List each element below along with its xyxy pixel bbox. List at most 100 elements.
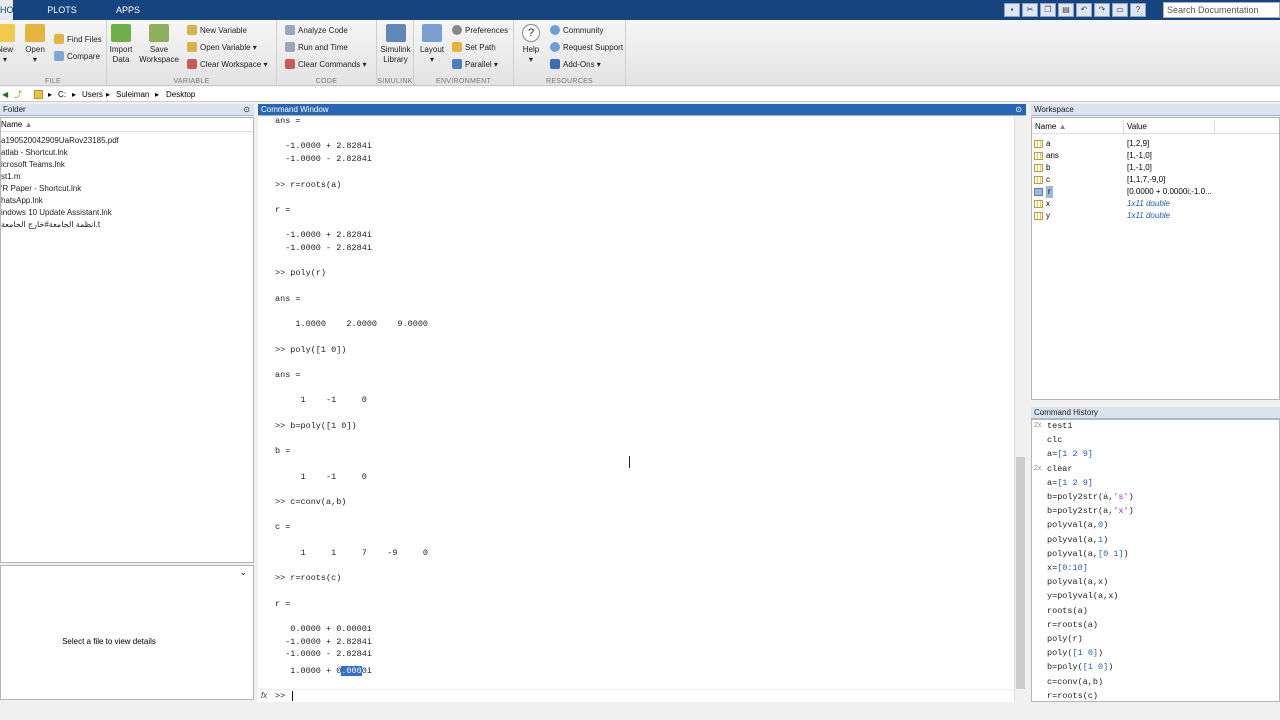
find-files-button[interactable]: Find Files — [54, 33, 102, 46]
output-line[interactable]: -1.0000 - 2.8284i — [275, 243, 372, 253]
command-prompt-row[interactable]: fx >> — [258, 689, 1014, 702]
run-and-time-button[interactable]: Run and Time — [285, 41, 348, 54]
file-item[interactable]: a190520042909UaRov23185.pdf — [1, 135, 119, 147]
workspace-header[interactable]: Workspace — [1031, 104, 1280, 116]
command-window-scrollbar[interactable] — [1014, 117, 1026, 702]
output-line[interactable]: ans = — [275, 370, 301, 380]
add-ons-button[interactable]: Add-Ons ▾ — [550, 58, 601, 71]
output-line[interactable]: ans = — [275, 117, 301, 126]
simulink-library-button[interactable]: Simulink Library — [379, 24, 412, 65]
file-item[interactable]: st1.m — [1, 171, 21, 183]
file-item[interactable]: hatsApp.lnk — [1, 195, 43, 207]
text-selection[interactable]: .000 — [341, 666, 362, 676]
help-button[interactable]: ? Help ▾ — [518, 24, 544, 65]
command-window-header[interactable]: Command Window ⊙ — [258, 104, 1026, 116]
workspace-row[interactable]: c [1,1,7,-9,0] — [1032, 174, 1280, 186]
command-line[interactable]: >> b=poly([1 0]) — [275, 421, 357, 431]
command-line[interactable]: >> r=roots(a) — [275, 180, 341, 190]
undo-icon[interactable]: ↶ — [1076, 3, 1092, 17]
output-line[interactable]: r = — [275, 599, 290, 609]
workspace-col-value[interactable]: Value — [1127, 120, 1147, 134]
analyze-code-button[interactable]: Analyze Code — [285, 24, 348, 37]
workspace-row[interactable]: x 1x11 double — [1032, 198, 1280, 210]
output-line[interactable]: 1 -1 0 — [275, 395, 367, 405]
paste-icon[interactable]: ▤ — [1058, 3, 1074, 17]
community-button[interactable]: Community — [550, 24, 603, 37]
output-line[interactable]: -1.0000 + 2.8284i — [275, 637, 372, 647]
command-line[interactable]: >> c=conv(a,b) — [275, 497, 346, 507]
request-support-button[interactable]: Request Support — [550, 41, 623, 54]
open-variable-button[interactable]: Open Variable ▾ — [187, 41, 257, 54]
output-line[interactable]: -1.0000 - 2.8284i — [275, 649, 372, 659]
save-icon[interactable]: ▪ — [1004, 3, 1020, 17]
output-line[interactable]: 1 1 7 -9 0 — [275, 548, 429, 558]
output-line[interactable]: b = — [275, 446, 290, 456]
clear-commands-button[interactable]: Clear Commands ▾ — [285, 58, 367, 71]
copy-icon[interactable]: ❐ — [1040, 3, 1056, 17]
output-line[interactable]: -1.0000 + 2.8284i — [275, 141, 372, 151]
up-folder-icon[interactable]: ⤴ — [14, 87, 22, 102]
path-segment[interactable]: Desktop — [166, 87, 195, 102]
parallel-button[interactable]: Parallel ▾ — [452, 58, 498, 71]
output-line[interactable]: c = — [275, 522, 290, 532]
output-line-last[interactable]: 1.0000 + 0.0000i — [275, 666, 372, 676]
output-line[interactable]: r = — [275, 205, 290, 215]
preferences-button[interactable]: Preferences — [452, 24, 508, 37]
tab-apps[interactable]: APPS — [100, 0, 156, 20]
tab-home[interactable]: HOME — [0, 0, 27, 20]
fx-icon[interactable]: fx — [261, 691, 267, 700]
search-documentation-input[interactable]: Search Documentation — [1163, 2, 1280, 18]
import-data-button[interactable]: Import Data — [107, 24, 135, 65]
path-segment[interactable]: Suleiman — [116, 87, 149, 102]
tab-plots[interactable]: PLOTS — [34, 0, 90, 20]
var-value: 1x11 double — [1127, 199, 1170, 208]
redo-icon[interactable]: ↷ — [1094, 3, 1110, 17]
path-segment[interactable]: Users — [82, 87, 103, 102]
save-workspace-button[interactable]: Save Workspace — [139, 24, 179, 65]
new-button[interactable]: New▾ — [0, 24, 16, 65]
workspace-row[interactable]: b [1,-1,0] — [1032, 162, 1280, 174]
back-icon[interactable]: ◀ — [2, 87, 8, 102]
file-item[interactable]: icrosoft Teams.lnk — [1, 159, 65, 171]
layout-button[interactable]: Layout ▾ — [418, 24, 446, 65]
scrollbar-thumb[interactable] — [1016, 457, 1025, 689]
path-drive[interactable]: C: — [58, 87, 66, 102]
clear-workspace-button[interactable]: Clear Workspace ▾ — [187, 58, 267, 71]
command-line[interactable]: >> r=roots(c) — [275, 573, 341, 583]
command-line[interactable]: >> poly(r) — [275, 268, 326, 278]
output-line[interactable]: -1.0000 + 2.8284i — [275, 230, 372, 240]
command-history-header[interactable]: Command History — [1031, 407, 1280, 419]
help-question-icon: ? — [522, 24, 540, 42]
help-icon[interactable]: ? — [1130, 3, 1146, 17]
variable-icon — [1034, 164, 1043, 172]
address-bar[interactable]: ◀ ⤴ ▸ C: ▸ Users ▸ Suleiman ▸ Desktop — [0, 87, 1280, 102]
cut-icon[interactable]: ✂ — [1022, 3, 1038, 17]
workspace-row[interactable]: a [1,2,9] — [1032, 138, 1280, 150]
panel-menu-icon[interactable]: ⊙ — [1015, 104, 1022, 116]
current-folder-header[interactable]: Folder ⊙ — [0, 104, 254, 116]
set-path-button[interactable]: Set Path — [452, 41, 496, 54]
workspace-row[interactable]: r [0.0000 + 0.0000i;-1.0... — [1032, 186, 1280, 198]
chevron-down-icon[interactable]: ⌄ — [239, 567, 247, 578]
switch-windows-icon[interactable]: ▭ — [1112, 3, 1128, 17]
file-item[interactable]: atlab - Shortcut.lnk — [1, 147, 68, 159]
output-line[interactable]: 1.0000 2.0000 9.0000 — [275, 319, 428, 329]
folder-column-header[interactable]: Name ▲ — [1, 118, 253, 132]
output-line[interactable]: -1.0000 - 2.8284i — [275, 154, 372, 164]
panel-menu-icon[interactable]: ⊙ — [243, 104, 250, 116]
command-window-output[interactable]: ans = -1.0000 + 2.8284i -1.0000 - 2.8284… — [258, 117, 1014, 689]
workspace-col-name[interactable]: Name ▲ — [1035, 120, 1067, 134]
command-line[interactable]: >> poly([1 0]) — [275, 345, 346, 355]
output-line[interactable]: 0.0000 + 0.0000i — [275, 624, 372, 634]
file-item[interactable]: 'R Paper - Shortcut.lnk — [1, 183, 81, 195]
open-button[interactable]: Open ▾ — [22, 24, 48, 65]
compare-button[interactable]: Compare — [54, 50, 100, 63]
workspace-row[interactable]: ans [1,-1,0] — [1032, 150, 1280, 162]
file-item[interactable]: indows 10 Update Assistant.lnk — [1, 207, 112, 219]
current-folder-panel: Name ▲ a190520042909UaRov23185.pdf atlab… — [0, 117, 254, 563]
workspace-row[interactable]: y 1x11 double — [1032, 210, 1280, 222]
file-item[interactable]: انظمة الجامعة#خارج الجامعة.t — [1, 219, 100, 231]
new-variable-button[interactable]: New Variable — [187, 24, 247, 37]
output-line[interactable]: 1 -1 0 — [275, 472, 367, 482]
output-line[interactable]: ans = — [275, 294, 301, 304]
